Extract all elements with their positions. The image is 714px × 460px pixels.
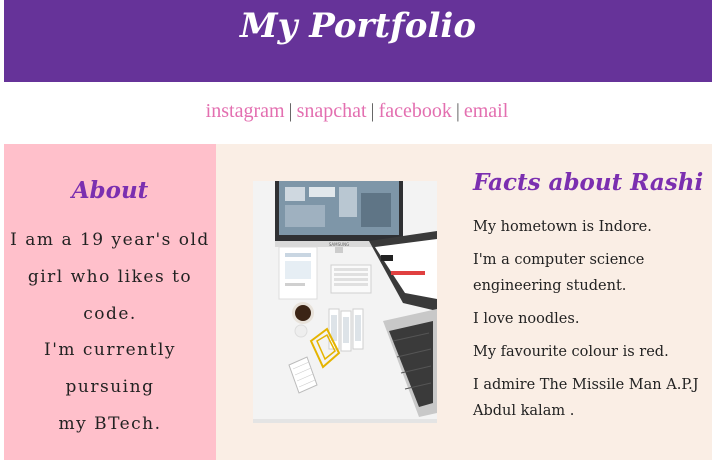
main-content: SAMSUNG Facts about Rashi My hometown is… [216,144,712,460]
workspace-photo: SAMSUNG [253,181,437,423]
about-heading: About [71,177,149,204]
fact-item: I'm a computer science engineering stude… [473,252,645,294]
fact-item: My favourite colour is red. [473,344,669,360]
page-header: My Portfolio [4,0,712,82]
facts-section: Facts about Rashi My hometown is Indore.… [473,166,703,431]
social-nav: instagram | snapchat | facebook | email [0,100,714,123]
fact-item: I love noodles. [473,311,580,327]
bio-line: my BTech. [58,413,162,434]
monitor-brand: SAMSUNG [329,242,349,247]
about-section: About I am a 19 year's old girl who like… [4,144,216,460]
bio-line: I am a 19 year's old [10,230,210,250]
bio-line: girl who likes to [27,266,193,287]
nav-separator: | [455,100,460,122]
bio-line: code. [83,303,137,324]
bio-line: I'm currently [43,340,177,361]
nav-separator: | [370,100,375,122]
about-bio: I am a 19 year's old girl who likes to c… [4,222,216,443]
email-link[interactable]: email [464,100,508,122]
facts-list: My hometown is Indore. I'm a computer sc… [473,214,703,424]
instagram-link[interactable]: instagram [206,100,285,122]
snapchat-link[interactable]: snapchat [297,100,367,122]
portfolio-page: My Portfolio instagram | snapchat | facebook… [0,0,714,460]
page-title: My Portfolio [240,6,476,46]
fact-item: I admire The Missile Man A.P.J Abdul kal… [473,377,699,419]
workspace-illustration: SAMSUNG [253,181,437,423]
facebook-link[interactable]: facebook [379,100,452,122]
fact-item: My hometown is Indore. [473,219,652,235]
facts-heading: Facts about Rashi [473,169,704,196]
nav-separator: | [288,100,293,122]
bio-line: pursuing [65,377,155,398]
